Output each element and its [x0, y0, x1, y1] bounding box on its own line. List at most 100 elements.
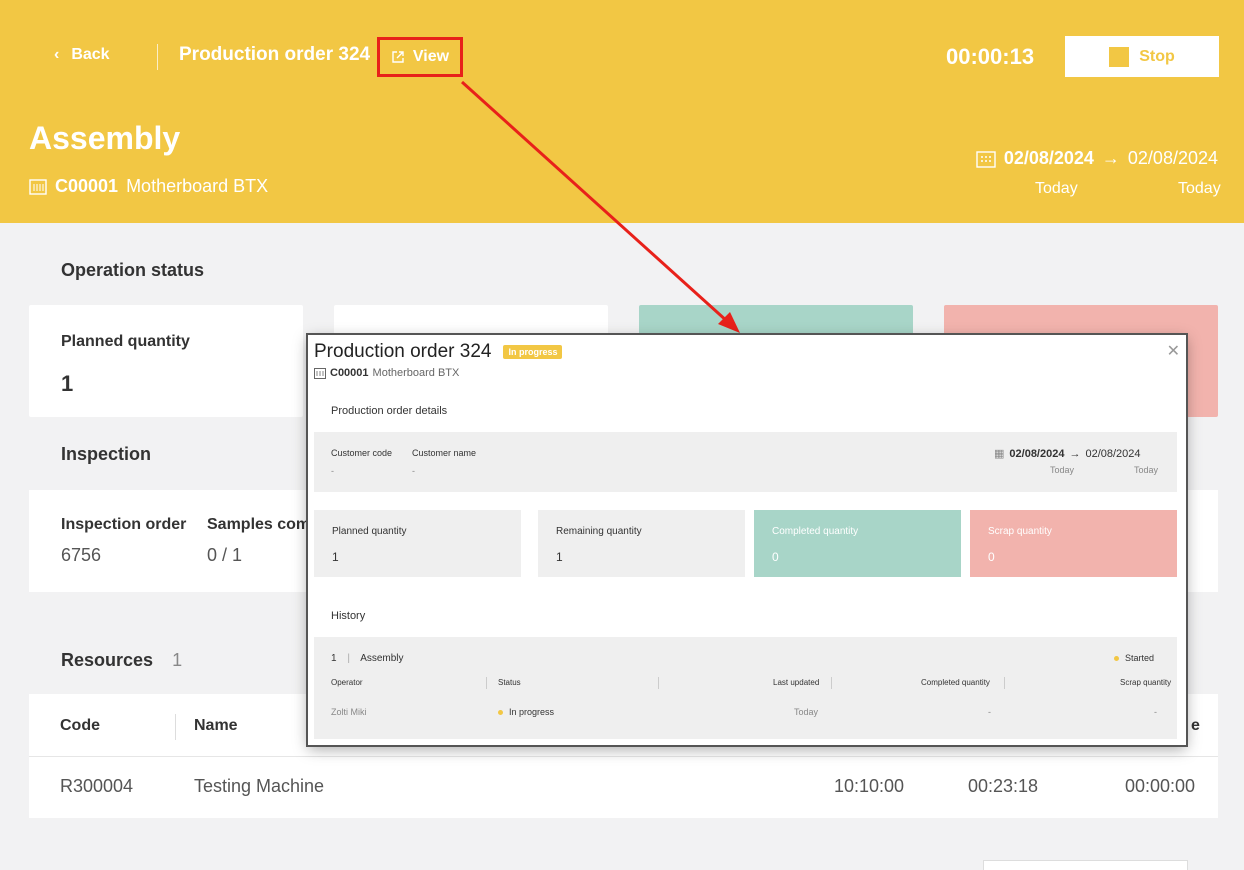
end-relative: Today — [1178, 180, 1221, 197]
chevron-left-icon: ‹ — [54, 46, 60, 63]
history-last-updated: Today — [794, 707, 819, 717]
resource-time-3: 00:00:00 — [1125, 776, 1196, 796]
arrow-right-icon: → — [1069, 447, 1081, 460]
modal-product-name: Motherboard BTX — [372, 367, 460, 379]
operation-title: Assembly — [29, 120, 181, 156]
product-name: Motherboard BTX — [126, 176, 269, 196]
column-header-time[interactable]: e — [1191, 717, 1200, 735]
planned-quantity-card: Planned quantity 1 — [29, 305, 303, 417]
modal-product-code: C00001 — [330, 367, 369, 379]
history-state: Started — [1114, 653, 1154, 663]
operation-status-title: Operation status — [61, 260, 205, 280]
resource-code: R300004 — [60, 776, 134, 796]
customer-name-value: - — [412, 466, 415, 476]
end-date: 02/08/2024 — [1127, 148, 1218, 168]
modal-title: Production order 324 — [314, 341, 492, 362]
history-status: In progress — [498, 707, 554, 717]
modal-product-info: C00001 Motherboard BTX — [314, 367, 459, 379]
stop-button[interactable]: Stop — [1065, 36, 1219, 77]
product-box-icon — [314, 367, 326, 379]
external-link-icon — [392, 51, 404, 63]
calendar-icon: ▦ — [994, 448, 1005, 460]
header-divider — [157, 44, 158, 70]
column-header-name[interactable]: Name — [194, 717, 238, 735]
view-order-button[interactable]: View — [377, 37, 463, 77]
modal-completed-value: 0 — [772, 550, 779, 564]
resources-count: 1 — [172, 650, 183, 670]
resources-title: Resources 1 — [61, 650, 182, 671]
modal-end-relative: Today — [1134, 465, 1159, 475]
close-icon[interactable]: ✕ — [1167, 341, 1180, 361]
modal-planned-card: Planned quantity 1 — [314, 510, 521, 577]
stop-label: Stop — [1139, 47, 1175, 65]
bottom-action-button[interactable] — [983, 860, 1188, 870]
status-dot-icon — [1114, 656, 1119, 662]
modal-scrap-card: Scrap quantity 0 — [970, 510, 1177, 577]
operation-header: ‹ Back Production order 324 View 00:00:1… — [0, 0, 1244, 223]
inspection-order-value[interactable]: 6756 — [61, 545, 101, 566]
resource-time-2: 00:23:18 — [968, 776, 1039, 796]
history-panel: 1 | Assembly Started Operator Status Las… — [314, 637, 1177, 739]
column-divider — [486, 677, 487, 689]
start-relative: Today — [1035, 180, 1078, 197]
details-panel: Customer code - Customer name - ▦ 02/08/… — [314, 432, 1177, 492]
planned-quantity-label: Planned quantity — [61, 333, 190, 350]
modal-planned-label: Planned quantity — [332, 526, 407, 537]
production-order-modal: Production order 324 In progress ✕ C0000… — [308, 335, 1186, 745]
history-operator: Zolti Miki — [331, 707, 367, 717]
modal-remaining-value: 1 — [556, 550, 563, 564]
history-status-label: In progress — [509, 707, 555, 717]
elapsed-timer: 00:00:13 — [946, 44, 1035, 69]
back-label: Back — [71, 46, 110, 63]
inspection-title: Inspection — [61, 444, 152, 464]
samples-value: 0 / 1 — [207, 545, 243, 565]
history-col-last-updated: Last updated — [773, 678, 820, 687]
table-divider — [29, 756, 1218, 757]
status-dot-icon — [498, 710, 503, 716]
resource-name: Testing Machine — [194, 776, 325, 796]
modal-start-date: 02/08/2024 — [1009, 447, 1065, 460]
history-title: History — [331, 610, 366, 622]
resources-label: Resources — [61, 650, 154, 670]
modal-remaining-label: Remaining quantity — [556, 526, 642, 537]
history-separator: | — [347, 653, 350, 664]
history-step: 1 — [331, 653, 337, 664]
history-col-operator: Operator — [331, 678, 363, 687]
column-divider — [831, 677, 832, 689]
modal-scrap-value: 0 — [988, 550, 995, 564]
column-divider — [1004, 677, 1005, 689]
start-date: 02/08/2024 — [1003, 148, 1094, 168]
modal-title-row: Production order 324 In progress — [314, 341, 563, 363]
inspection-order-label: Inspection order — [61, 516, 187, 533]
view-label: View — [412, 48, 450, 65]
modal-remaining-card: Remaining quantity 1 — [538, 510, 745, 577]
history-step-row: 1 | Assembly — [331, 653, 404, 664]
planned-quantity-value: 1 — [61, 371, 74, 396]
back-button[interactable]: ‹ Back — [54, 46, 110, 64]
details-title: Production order details — [331, 405, 448, 417]
modal-scrap-label: Scrap quantity — [988, 526, 1052, 537]
column-header-code[interactable]: Code — [60, 717, 100, 735]
production-order-title: Production order 324 — [179, 44, 371, 65]
modal-end-date: 02/08/2024 — [1085, 447, 1141, 460]
modal-completed-label: Completed quantity — [772, 526, 859, 537]
customer-code-label: Customer code — [331, 448, 393, 458]
history-state-label: Started — [1125, 653, 1155, 663]
history-col-status: Status — [498, 678, 521, 687]
column-divider — [658, 677, 659, 689]
column-divider — [175, 714, 176, 740]
history-col-scrap: Scrap quantity — [1120, 678, 1172, 687]
product-info: C00001 Motherboard BTX — [29, 176, 268, 197]
product-code: C00001 — [55, 176, 119, 196]
samples-label: Samples comp — [207, 516, 320, 533]
date-range: 02/08/2024 → 02/08/2024 — [976, 148, 1218, 169]
stop-icon — [1109, 46, 1130, 67]
history-operation: Assembly — [360, 653, 404, 664]
history-completed: - — [988, 707, 991, 717]
calendar-icon — [976, 150, 996, 168]
modal-start-relative: Today — [1050, 465, 1075, 475]
product-box-icon — [29, 178, 47, 195]
resource-time-1: 10:10:00 — [834, 776, 905, 796]
modal-planned-value: 1 — [332, 550, 339, 564]
customer-name-label: Customer name — [412, 448, 477, 458]
